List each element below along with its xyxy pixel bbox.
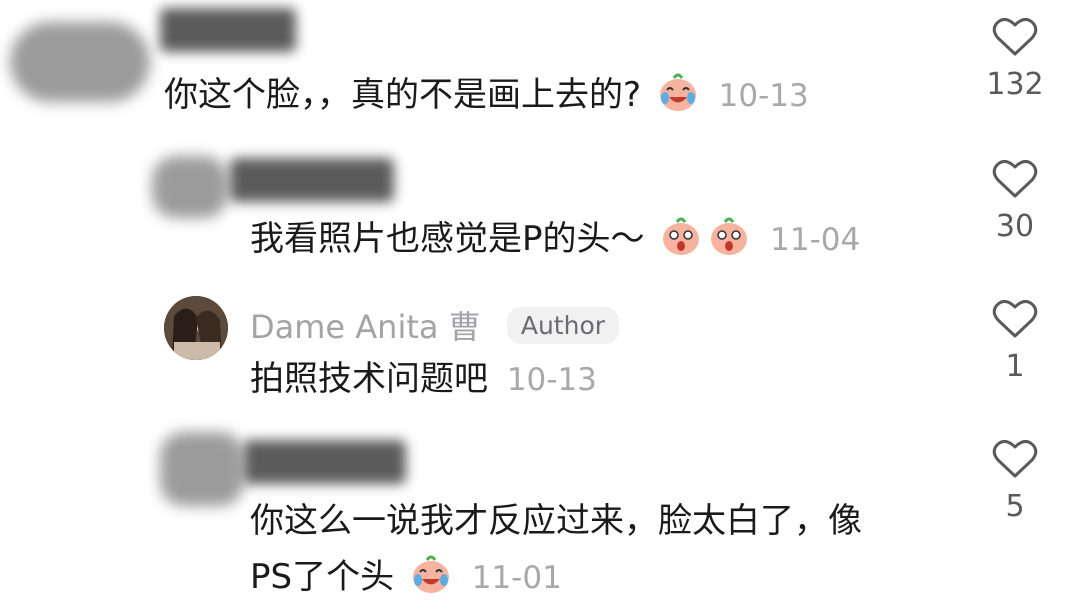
laugh-cry-emoji: [659, 73, 696, 111]
comment-text: 我看照片也感觉是P的头～ 11-04: [250, 212, 860, 267]
like-count: 5: [1005, 489, 1025, 524]
comment-text: 你这个脸，，真的不是画上去的? 10-13: [164, 68, 809, 123]
comment-2: 我看照片也感觉是P的头～ 11-04 30: [0, 150, 1080, 290]
heart-icon: [992, 300, 1038, 338]
comment-text-line-2: PS了个头 11-01: [250, 550, 562, 605]
blurred-username[interactable]: [160, 8, 296, 52]
like-count: 132: [986, 67, 1044, 102]
heart-icon: [992, 18, 1038, 56]
blurred-username[interactable]: [230, 158, 394, 202]
comment-3: Dame Anita 曹 Author 拍照技术问题吧 10-13 1: [0, 290, 1080, 420]
comment-1: 你这个脸，，真的不是画上去的? 10-13 132: [0, 0, 1080, 150]
shocked-emoji: [663, 217, 700, 255]
comment-text-line-1: 你这么一说我才反应过来，脸太白了，像: [250, 501, 862, 541]
like-button[interactable]: 30: [980, 158, 1050, 244]
like-button[interactable]: 1: [980, 298, 1050, 384]
blurred-avatar[interactable]: [10, 22, 150, 102]
author-name[interactable]: Dame Anita 曹 Author: [250, 302, 620, 348]
heart-icon: [992, 440, 1038, 478]
shocked-emoji: [711, 217, 748, 255]
like-button[interactable]: 5: [980, 438, 1050, 524]
comment-timestamp: 11-01: [471, 560, 562, 596]
avatar[interactable]: [164, 296, 228, 360]
comment-text: 拍照技术问题吧 10-13: [250, 359, 597, 399]
comment-timestamp: 10-13: [718, 78, 809, 114]
like-count: 30: [995, 209, 1035, 244]
like-count: 1: [1005, 349, 1025, 384]
comment-timestamp: 10-13: [506, 362, 597, 398]
comment-timestamp: 11-04: [770, 222, 861, 258]
author-badge: Author: [506, 307, 620, 344]
heart-icon: [992, 160, 1038, 198]
laugh-cry-emoji: [412, 555, 449, 593]
blurred-avatar[interactable]: [152, 156, 228, 218]
like-button[interactable]: 132: [980, 16, 1050, 102]
blurred-avatar[interactable]: [160, 432, 244, 506]
comment-4: 你这么一说我才反应过来，脸太白了，像 PS了个头 11-01 5: [0, 420, 1080, 615]
blurred-username[interactable]: [244, 440, 406, 484]
